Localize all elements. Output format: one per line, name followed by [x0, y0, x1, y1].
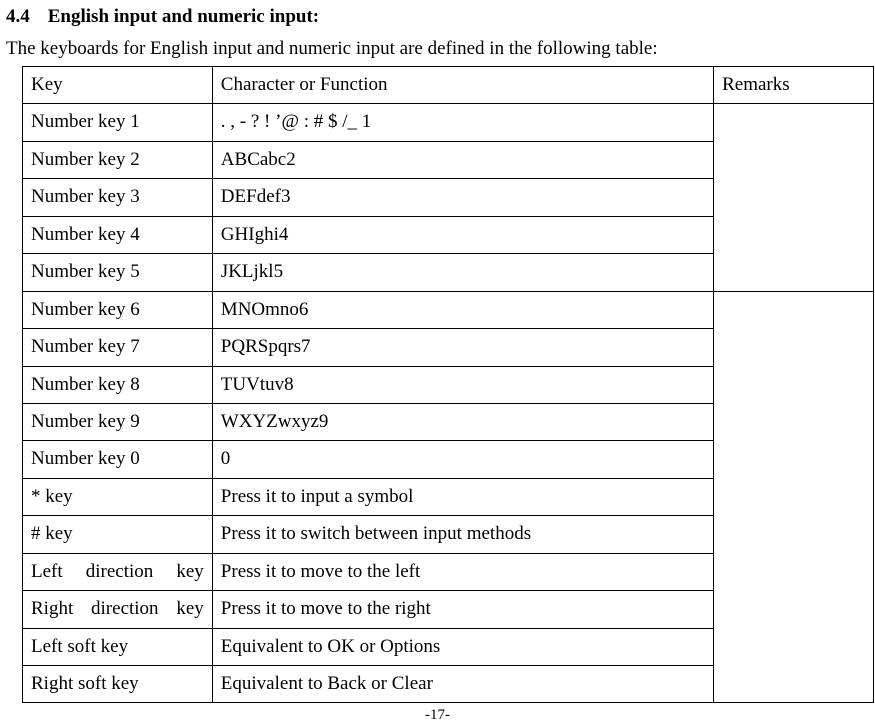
cell-char: . , - ? ! ’@ : # $ /_ 1	[212, 104, 713, 141]
cell-remarks-group1	[714, 104, 874, 291]
table-row: Number key 6 MNOmno6	[23, 291, 874, 328]
cell-key: Number key 5	[23, 254, 213, 291]
page-number: -17-	[4, 707, 871, 724]
cell-key: Number key 4	[23, 216, 213, 253]
cell-key: Number key 9	[23, 403, 213, 440]
cell-key: Number key 7	[23, 329, 213, 366]
cell-key: Number key 3	[23, 179, 213, 216]
cell-key: Number key 8	[23, 366, 213, 403]
cell-key: Number key 1	[23, 104, 213, 141]
cell-char: WXYZwxyz9	[212, 403, 713, 440]
cell-char: Equivalent to Back or Clear	[212, 666, 713, 703]
cell-key: Right direction key	[23, 591, 213, 628]
cell-key: * key	[23, 478, 213, 515]
cell-char: Press it to switch between input methods	[212, 516, 713, 553]
cell-char: PQRSpqrs7	[212, 329, 713, 366]
header-key: Key	[23, 67, 213, 104]
cell-key: Left direction key	[23, 553, 213, 590]
cell-key: # key	[23, 516, 213, 553]
header-remarks: Remarks	[714, 67, 874, 104]
cell-char: DEFdef3	[212, 179, 713, 216]
cell-key: Number key 2	[23, 141, 213, 178]
cell-char: GHIghi4	[212, 216, 713, 253]
cell-key: Number key 0	[23, 441, 213, 478]
table-row: Number key 1 . , - ? ! ’@ : # $ /_ 1	[23, 104, 874, 141]
cell-remarks-group2	[714, 291, 874, 703]
cell-char: JKLjkl5	[212, 254, 713, 291]
cell-char: Equivalent to OK or Options	[212, 628, 713, 665]
cell-char: ABCabc2	[212, 141, 713, 178]
cell-char: Press it to move to the left	[212, 553, 713, 590]
cell-char: Press it to move to the right	[212, 591, 713, 628]
intro-text: The keyboards for English input and nume…	[4, 38, 871, 60]
cell-char: 0	[212, 441, 713, 478]
cell-key: Right soft key	[23, 666, 213, 703]
cell-char: TUVtuv8	[212, 366, 713, 403]
section-number: 4.4	[6, 6, 30, 28]
header-char: Character or Function	[212, 67, 713, 104]
cell-char: MNOmno6	[212, 291, 713, 328]
table-header-row: Key Character or Function Remarks	[23, 67, 874, 104]
cell-key: Number key 6	[23, 291, 213, 328]
section-heading: 4.4 English input and numeric input:	[4, 6, 871, 28]
cell-key: Left soft key	[23, 628, 213, 665]
keyboard-table: Key Character or Function Remarks Number…	[22, 66, 874, 703]
cell-char: Press it to input a symbol	[212, 478, 713, 515]
section-title: English input and numeric input:	[48, 6, 319, 27]
